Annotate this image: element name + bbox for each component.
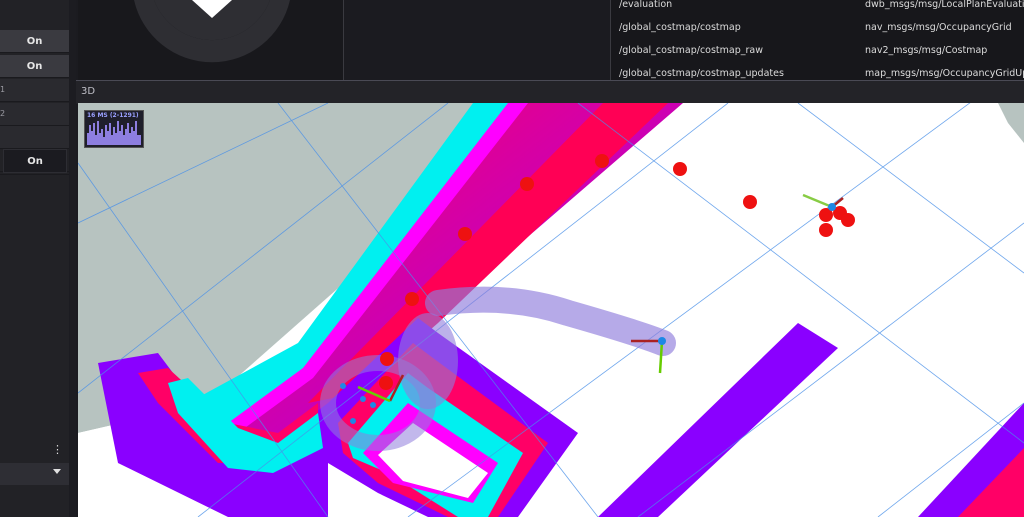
topic-table: /evaluation dwb_msgs/msg/LocalPlanEvalua…	[611, 0, 1024, 80]
divider	[0, 173, 69, 175]
panel-tab-bar: 3D	[76, 80, 1024, 104]
performance-overlay: 16 MS (2-1291)	[84, 110, 144, 148]
left-panel: On On 1 2 On ⋮	[0, 0, 76, 517]
table-row[interactable]: /global_costmap/costmap nav_msgs/msg/Occ…	[611, 22, 1024, 45]
row-number: 2	[0, 109, 6, 118]
planned-path	[425, 286, 676, 356]
costmap-band	[598, 323, 838, 517]
topic-type: map_msgs/msg/OccupancyGridUpdate	[865, 68, 1024, 79]
row-number: 1	[0, 85, 6, 94]
empty-panel	[344, 0, 611, 80]
unknown-patch	[998, 103, 1024, 143]
topic-name: /global_costmap/costmap	[619, 22, 741, 33]
joystick-widget[interactable]	[78, 0, 344, 80]
topic-name: /global_costmap/costmap_raw	[619, 45, 764, 56]
panel-row	[0, 126, 69, 149]
table-row[interactable]: /global_costmap/costmap_updates map_msgs…	[611, 68, 1024, 80]
topic-type: nav_msgs/msg/OccupancyGrid	[865, 22, 1012, 33]
3d-viewport[interactable]: 16 MS (2-1291)	[78, 103, 1024, 517]
table-row[interactable]: /global_costmap/costmap_raw nav2_msgs/ms…	[611, 45, 1024, 68]
panel-footer: ⋮	[0, 438, 69, 460]
topic-type: nav2_msgs/msg/Costmap	[865, 45, 988, 56]
table-row[interactable]: /evaluation dwb_msgs/msg/LocalPlanEvalua…	[611, 0, 1024, 22]
panel-row: On	[0, 55, 69, 78]
toggle-on-button[interactable]: On	[0, 55, 69, 77]
toggle-on-button[interactable]: On	[0, 30, 69, 52]
panel-splitter[interactable]	[69, 0, 76, 517]
panel-row: 1	[0, 79, 69, 102]
panel-title: 3D	[81, 86, 96, 97]
panel-row: On	[0, 149, 69, 173]
panel-dropdown[interactable]	[0, 463, 69, 485]
topic-name: /evaluation	[619, 0, 673, 10]
panel-row: 2	[0, 103, 69, 126]
joystick-icon	[134, 0, 290, 63]
more-options-icon[interactable]: ⋮	[52, 443, 63, 456]
perf-graph	[87, 121, 141, 145]
top-area: /evaluation dwb_msgs/msg/LocalPlanEvalua…	[76, 0, 1024, 80]
toggle-on-button[interactable]: On	[3, 149, 67, 173]
map-canvas[interactable]	[78, 103, 1024, 517]
topic-name: /global_costmap/costmap_updates	[619, 68, 784, 79]
chevron-down-icon	[53, 469, 61, 474]
panel-row: On	[0, 30, 69, 53]
topic-type: dwb_msgs/msg/LocalPlanEvaluation	[865, 0, 1024, 10]
